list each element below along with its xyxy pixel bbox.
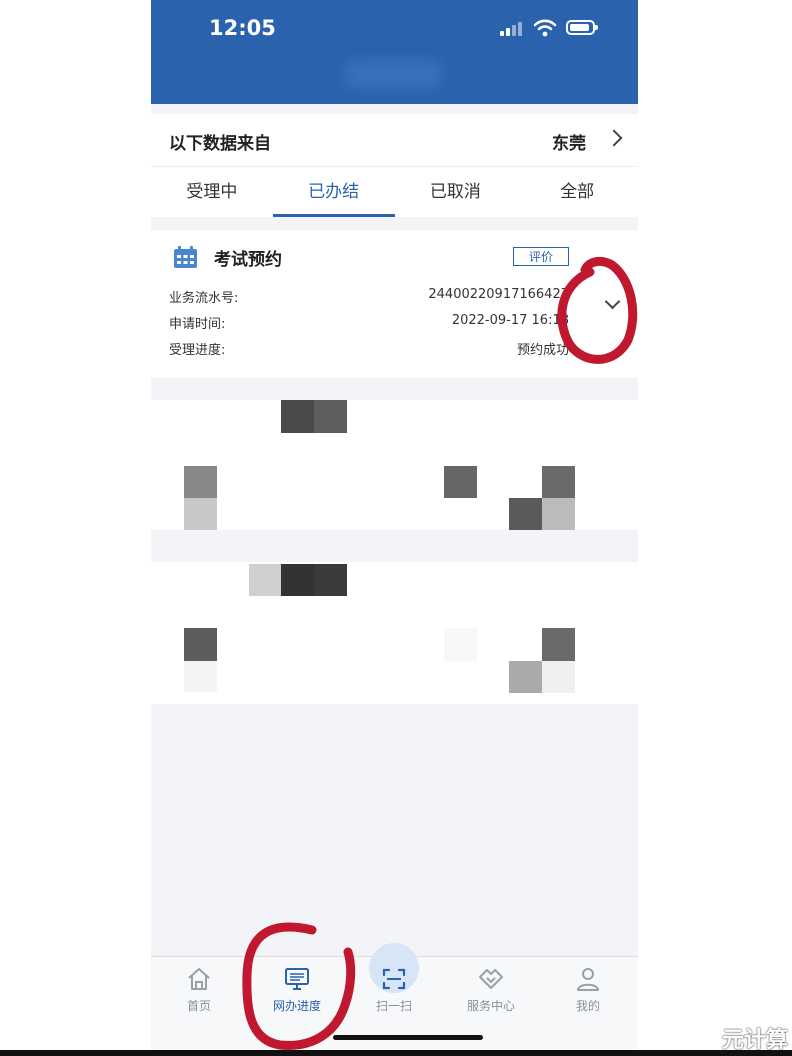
pixel-block [509, 498, 542, 530]
tab-cancelled[interactable]: 已取消 [395, 167, 517, 217]
pixel-block [542, 498, 575, 530]
apply-time-label: 申请时间: [169, 317, 226, 332]
tab-in-progress[interactable]: 受理中 [151, 167, 273, 217]
apply-time-value: 2022-09-17 16:18 [451, 313, 569, 328]
pixel-block [509, 661, 542, 693]
home-icon [188, 968, 210, 990]
application-card[interactable]: 考试预约 评价 业务流水号: 24400220917166427 申请时间: 2… [151, 230, 638, 378]
pixel-block [184, 661, 217, 692]
card-title: 考试预约 [214, 250, 282, 270]
serial-number-label: 业务流水号: [169, 291, 239, 306]
wifi-icon [533, 19, 557, 37]
battery-icon [566, 20, 598, 35]
pixelated-content [151, 400, 638, 704]
pixel-block [281, 564, 314, 596]
chevron-right-icon[interactable] [605, 129, 623, 147]
nav-service-center[interactable]: 服务中心 [451, 965, 531, 1014]
signal-icon [500, 22, 522, 36]
serial-number-value: 24400220917166427 [428, 287, 569, 302]
source-city[interactable]: 东莞 [552, 129, 586, 154]
user-icon [577, 968, 599, 991]
app-header: 12:05 [151, 0, 638, 104]
scan-icon [382, 968, 406, 990]
home-indicator [333, 1035, 483, 1040]
pixel-block [314, 400, 347, 433]
tab-all[interactable]: 全部 [516, 167, 638, 217]
image-bottom-border [0, 1050, 792, 1056]
phone-screen: 12:05 以下数据来自 东莞 受理中 已办结 已取消 全部 考试预约 评价 业… [151, 0, 638, 1056]
nav-home-label: 首页 [186, 999, 211, 1013]
nav-home[interactable]: 首页 [159, 965, 239, 1014]
pixel-block [444, 466, 477, 498]
nav-mine-label: 我的 [575, 999, 600, 1013]
calendar-icon [174, 246, 197, 268]
rate-button[interactable]: 评价 [513, 247, 569, 266]
progress-value: 预约成功 [516, 343, 569, 358]
chevron-down-icon[interactable] [604, 293, 621, 310]
monitor-icon [285, 968, 309, 990]
pixel-block [184, 498, 217, 530]
tab-completed[interactable]: 已办结 [272, 167, 395, 217]
nav-service-label: 服务中心 [466, 999, 515, 1013]
pixel-block [542, 466, 575, 498]
pixel-block [542, 628, 575, 661]
pixel-block [281, 400, 314, 433]
header-title-blurred [346, 60, 441, 88]
progress-label: 受理进度: [169, 343, 226, 358]
nav-scan-label: 扫一扫 [375, 999, 412, 1013]
pixel-block [184, 466, 217, 498]
pixel-block [314, 564, 347, 596]
nav-mine[interactable]: 我的 [548, 965, 628, 1014]
status-tabs: 受理中 已办结 已取消 全部 [151, 167, 638, 217]
nav-progress[interactable]: 网办进度 [257, 965, 337, 1014]
pixel-block [444, 628, 477, 661]
nav-progress-label: 网办进度 [272, 999, 321, 1013]
pixel-block [249, 564, 282, 596]
handshake-icon [479, 969, 503, 989]
pixelated-divider [151, 530, 638, 562]
status-time: 12:05 [209, 16, 276, 40]
pixel-block [542, 661, 575, 693]
nav-scan[interactable]: 扫一扫 [354, 965, 434, 1014]
pixel-block [184, 628, 217, 661]
source-label: 以下数据来自 [169, 134, 271, 154]
data-source-row[interactable]: 以下数据来自 东莞 [151, 114, 638, 167]
bottom-navigation: 首页 网办进度 扫一扫 服务中心 我的 [151, 943, 638, 1056]
